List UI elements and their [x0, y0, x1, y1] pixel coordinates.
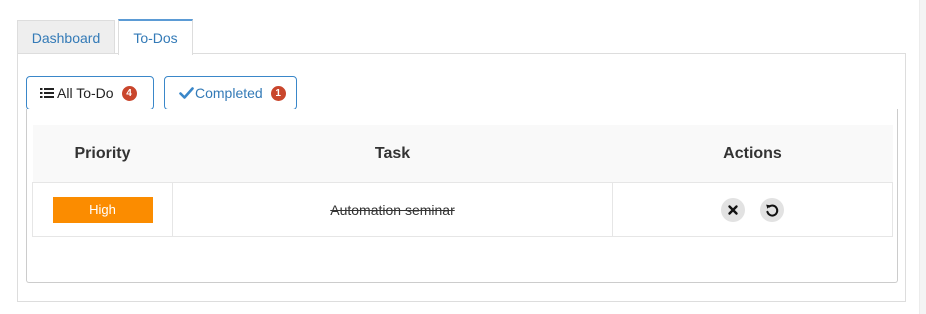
completed-count-badge: 1: [270, 85, 286, 101]
todos-panel: All To-Do 4 Completed 1 Priority Task Ac…: [17, 53, 906, 302]
task-text: Automation seminar: [330, 201, 455, 218]
all-todo-label: All To-Do: [57, 85, 114, 101]
table-row: High Automation seminar: [32, 182, 893, 237]
all-todo-count-badge: 4: [121, 85, 137, 101]
tab-dashboard[interactable]: Dashboard: [17, 20, 115, 54]
delete-button[interactable]: [720, 197, 745, 222]
actions-cell: [612, 182, 893, 237]
todo-table: Priority Task Actions High Automation se…: [32, 125, 893, 237]
header-task: Task: [172, 125, 613, 183]
completed-button[interactable]: Completed 1: [164, 76, 297, 110]
table-header-row: Priority Task Actions: [32, 125, 893, 183]
undo-button[interactable]: [760, 197, 785, 222]
todo-list-container: Priority Task Actions High Automation se…: [26, 109, 898, 283]
all-todo-button[interactable]: All To-Do 4: [26, 76, 154, 110]
list-icon: [40, 88, 54, 98]
header-actions: Actions: [612, 125, 893, 183]
priority-badge: High: [52, 196, 153, 223]
tab-todos[interactable]: To-Dos: [118, 19, 193, 55]
priority-cell: High: [32, 182, 173, 237]
header-priority: Priority: [32, 125, 173, 183]
task-cell: Automation seminar: [172, 182, 613, 237]
check-icon: [179, 87, 194, 99]
page-scroll-edge: [919, 0, 926, 314]
undo-icon: [766, 204, 779, 217]
delete-icon: [727, 204, 738, 215]
completed-label: Completed: [195, 85, 263, 101]
